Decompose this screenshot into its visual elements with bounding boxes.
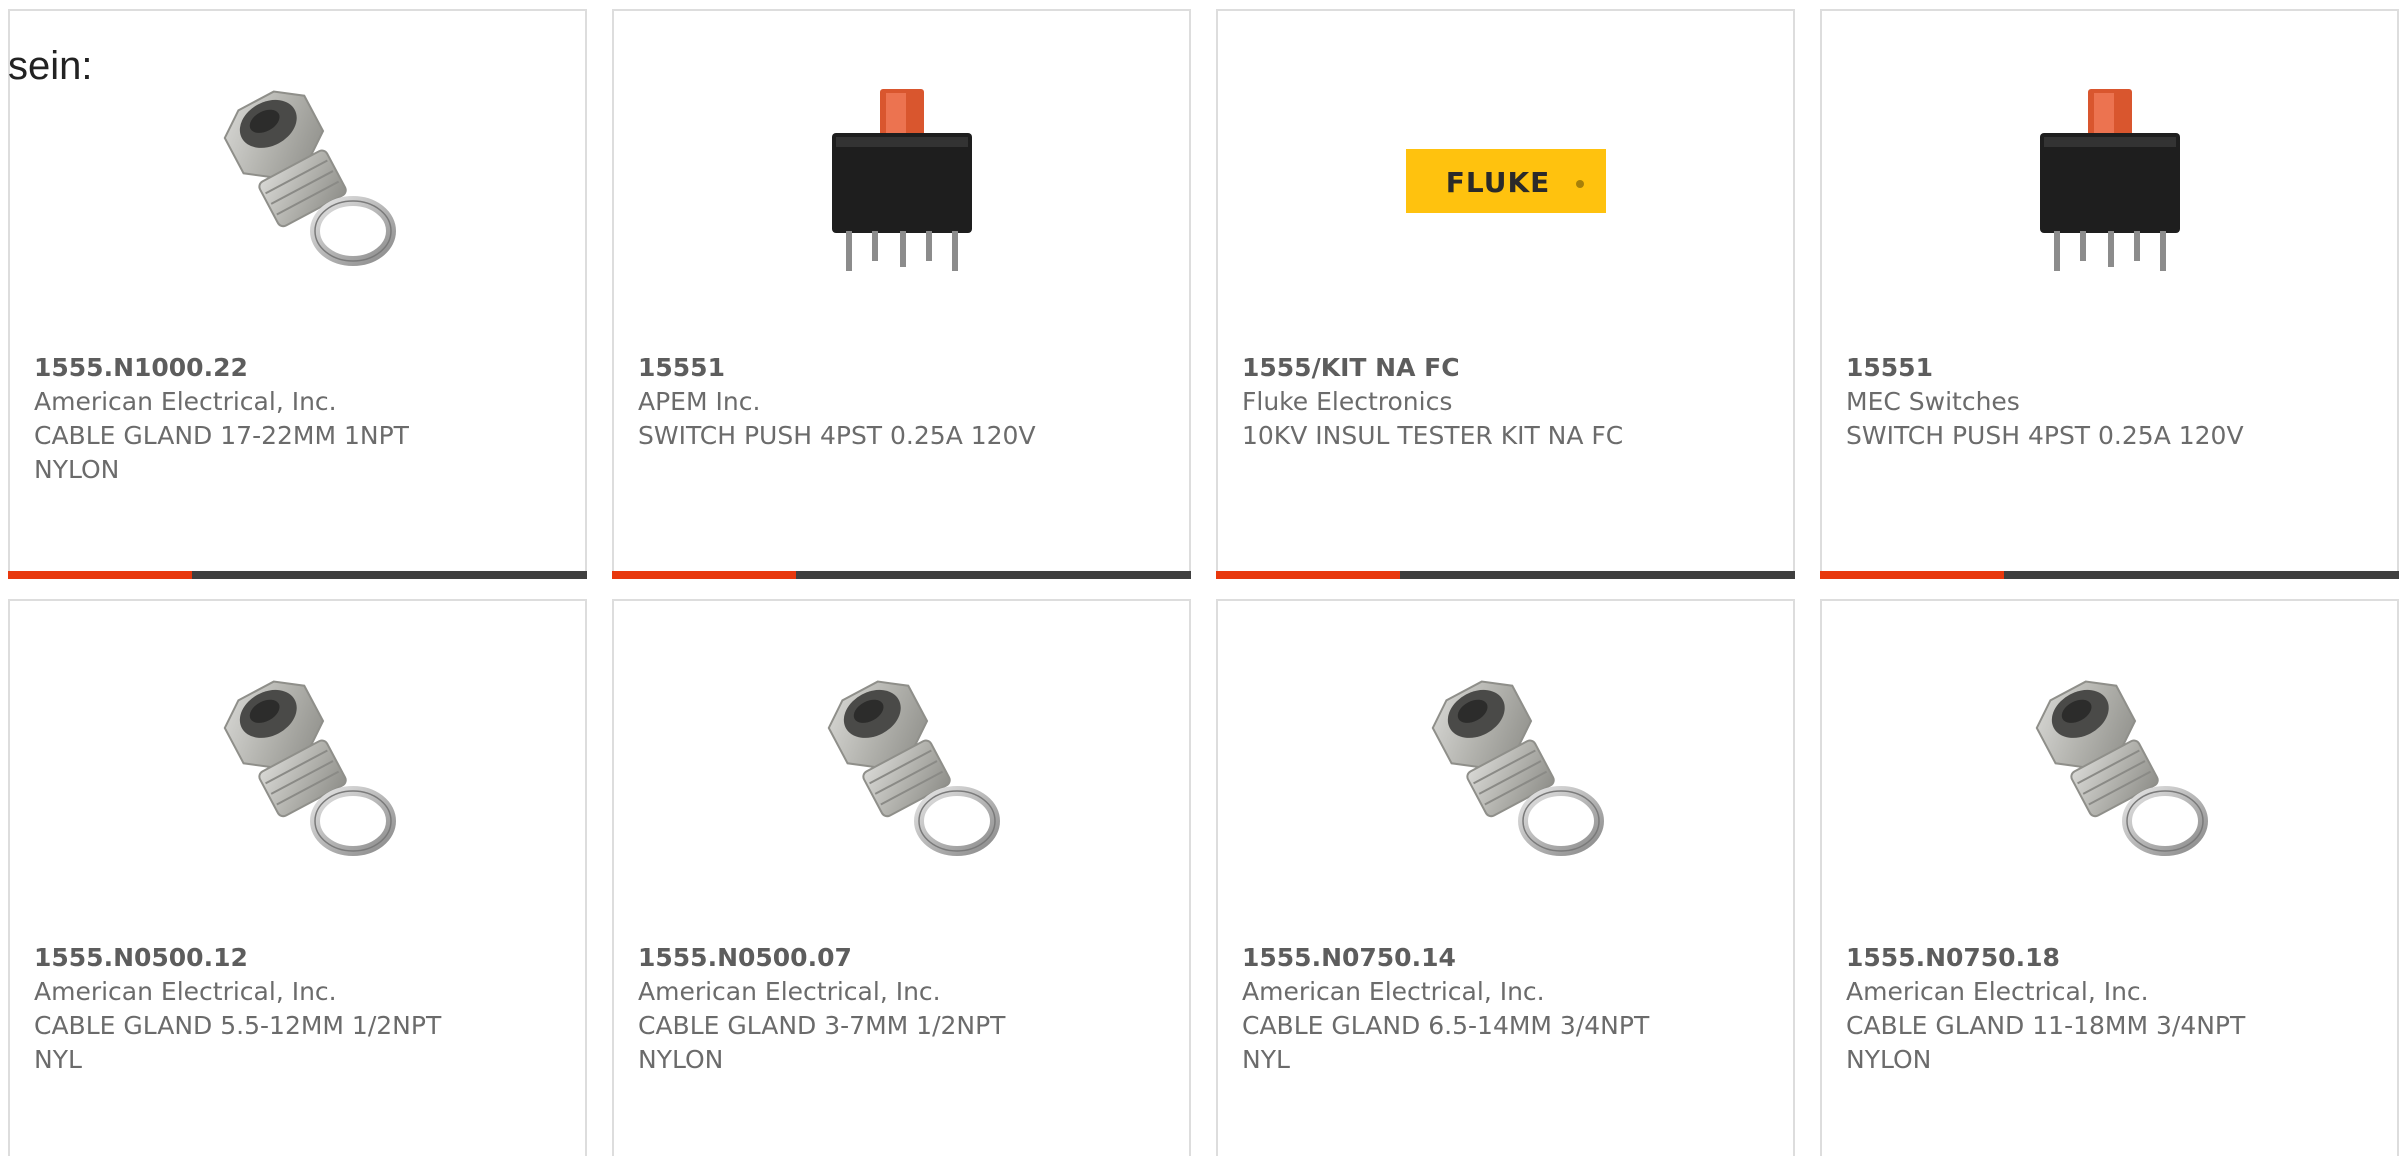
product-card-5[interactable]: 1555.N0500.12 American Electrical, Inc. … bbox=[8, 599, 587, 1156]
part-number[interactable]: 1555.N0500.12 bbox=[34, 941, 561, 975]
manufacturer: American Electrical, Inc. bbox=[34, 387, 337, 416]
card-bottom-bar bbox=[1820, 571, 2399, 579]
cable-gland-icon[interactable] bbox=[802, 671, 1002, 871]
product-results-page: sein: 1555.N1000.22 American Electrical,… bbox=[0, 0, 2400, 1156]
manufacturer: American Electrical, Inc. bbox=[638, 977, 941, 1006]
product-card-4[interactable]: 15551 MEC Switches SWITCH PUSH 4PST 0.25… bbox=[1820, 9, 2399, 579]
intro-text: sein: bbox=[8, 44, 93, 88]
card-bottom-bar bbox=[612, 571, 1191, 579]
push-switch-icon[interactable] bbox=[802, 81, 1002, 281]
product-grid: 1555.N1000.22 American Electrical, Inc. … bbox=[8, 9, 2399, 1156]
cable-gland-icon[interactable] bbox=[198, 81, 398, 281]
product-info: 1555.N0500.12 American Electrical, Inc. … bbox=[34, 941, 561, 1077]
cable-gland-icon[interactable] bbox=[2010, 671, 2210, 871]
part-number[interactable]: 15551 bbox=[1846, 351, 2373, 385]
product-description: CABLE GLAND 17-22MM 1NPT NYLON bbox=[34, 421, 409, 484]
card-bottom-bar-accent bbox=[1820, 571, 2004, 579]
product-description: 10KV INSUL TESTER KIT NA FC bbox=[1242, 421, 1624, 450]
card-bottom-bar-accent bbox=[8, 571, 192, 579]
part-number[interactable]: 15551 bbox=[638, 351, 1165, 385]
manufacturer: MEC Switches bbox=[1846, 387, 2020, 416]
product-description: SWITCH PUSH 4PST 0.25A 120V bbox=[1846, 421, 2244, 450]
product-description: CABLE GLAND 6.5-14MM 3/4NPT NYL bbox=[1242, 1011, 1650, 1074]
product-description: SWITCH PUSH 4PST 0.25A 120V bbox=[638, 421, 1036, 450]
part-number[interactable]: 1555/KIT NA FC bbox=[1242, 351, 1769, 385]
part-number[interactable]: 1555.N0500.07 bbox=[638, 941, 1165, 975]
part-number[interactable]: 1555.N1000.22 bbox=[34, 351, 561, 385]
product-card-7[interactable]: 1555.N0750.14 American Electrical, Inc. … bbox=[1216, 599, 1795, 1156]
card-bottom-bar bbox=[8, 571, 587, 579]
product-info: 1555.N0500.07 American Electrical, Inc. … bbox=[638, 941, 1165, 1077]
card-bottom-bar-accent bbox=[1216, 571, 1400, 579]
product-info: 15551 APEM Inc. SWITCH PUSH 4PST 0.25A 1… bbox=[638, 351, 1165, 453]
fluke-logo[interactable]: FLUKE bbox=[1405, 81, 1606, 281]
product-card-6[interactable]: 1555.N0500.07 American Electrical, Inc. … bbox=[612, 599, 1191, 1156]
card-bottom-bar bbox=[1216, 571, 1795, 579]
part-number[interactable]: 1555.N0750.18 bbox=[1846, 941, 2373, 975]
product-card-2[interactable]: 15551 APEM Inc. SWITCH PUSH 4PST 0.25A 1… bbox=[612, 9, 1191, 579]
product-card-8[interactable]: 1555.N0750.18 American Electrical, Inc. … bbox=[1820, 599, 2399, 1156]
manufacturer: Fluke Electronics bbox=[1242, 387, 1453, 416]
svg-text:FLUKE: FLUKE bbox=[1445, 166, 1550, 199]
manufacturer: APEM Inc. bbox=[638, 387, 761, 416]
cable-gland-icon[interactable] bbox=[198, 671, 398, 871]
product-card-1[interactable]: 1555.N1000.22 American Electrical, Inc. … bbox=[8, 9, 587, 579]
manufacturer: American Electrical, Inc. bbox=[1242, 977, 1545, 1006]
product-description: CABLE GLAND 5.5-12MM 1/2NPT NYL bbox=[34, 1011, 442, 1074]
card-bottom-bar-accent bbox=[612, 571, 796, 579]
push-switch-icon[interactable] bbox=[2010, 81, 2210, 281]
manufacturer: American Electrical, Inc. bbox=[1846, 977, 2149, 1006]
product-info: 1555.N0750.18 American Electrical, Inc. … bbox=[1846, 941, 2373, 1077]
cable-gland-icon[interactable] bbox=[1406, 671, 1606, 871]
part-number[interactable]: 1555.N0750.14 bbox=[1242, 941, 1769, 975]
product-info: 15551 MEC Switches SWITCH PUSH 4PST 0.25… bbox=[1846, 351, 2373, 453]
product-info: 1555.N0750.14 American Electrical, Inc. … bbox=[1242, 941, 1769, 1077]
product-info: 1555/KIT NA FC Fluke Electronics 10KV IN… bbox=[1242, 351, 1769, 453]
manufacturer: American Electrical, Inc. bbox=[34, 977, 337, 1006]
product-info: 1555.N1000.22 American Electrical, Inc. … bbox=[34, 351, 561, 487]
product-description: CABLE GLAND 11-18MM 3/4NPT NYLON bbox=[1846, 1011, 2246, 1074]
product-card-3[interactable]: FLUKE 1555/KIT NA FC Fluke Electronics 1… bbox=[1216, 9, 1795, 579]
product-description: CABLE GLAND 3-7MM 1/2NPT NYLON bbox=[638, 1011, 1006, 1074]
